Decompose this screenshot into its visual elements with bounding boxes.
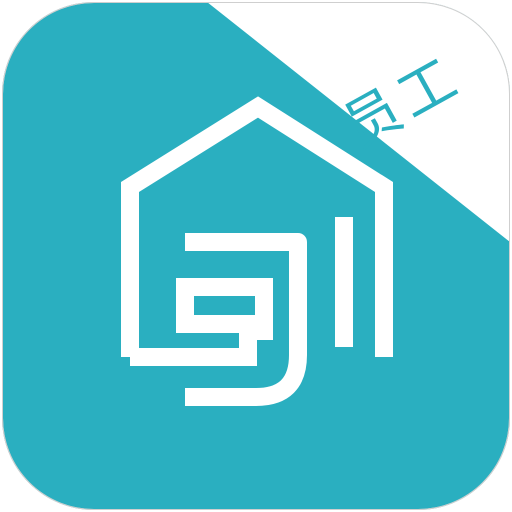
app-icon-stage: 员工 bbox=[0, 0, 512, 512]
logo-mark-icon bbox=[130, 278, 273, 366]
